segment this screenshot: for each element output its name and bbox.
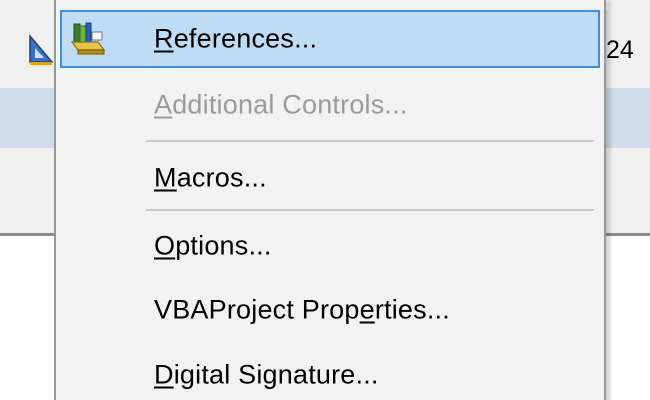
menu-item-options[interactable]: Options... <box>60 217 600 275</box>
menu-item-label: Macros... <box>154 162 267 193</box>
menu-item-label: Additional Controls... <box>154 89 408 120</box>
menu-item-project-properties[interactable]: VBAProject Properties... <box>60 281 600 339</box>
menu-item-label: Digital Signature... <box>154 359 379 390</box>
design-mode-icon[interactable] <box>26 28 56 66</box>
toolbar-line-number: 24 <box>606 36 634 64</box>
menu-item-additional-controls: Additional Controls... <box>60 76 600 134</box>
menu-separator <box>146 140 594 142</box>
menu-item-label: References... <box>154 23 318 54</box>
menu-item-digital-signature[interactable]: Digital Signature... <box>60 346 600 400</box>
menu-item-label: VBAProject Properties... <box>154 294 450 325</box>
menu-separator <box>146 209 594 211</box>
references-icon <box>70 22 106 55</box>
menu-item-macros[interactable]: Macros... <box>60 149 600 207</box>
menu-item-label: Options... <box>154 230 272 261</box>
tools-menu: References... Additional Controls... Mac… <box>54 0 606 400</box>
screen: 24 References... Additional Controls... … <box>0 0 650 400</box>
menu-item-references[interactable]: References... <box>60 10 600 68</box>
